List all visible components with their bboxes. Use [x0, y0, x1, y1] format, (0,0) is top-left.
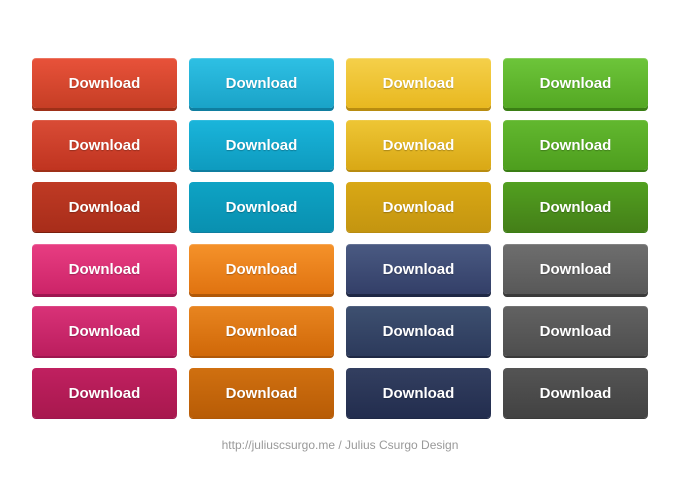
- download-button-red-2[interactable]: Download: [32, 120, 177, 170]
- footer-credit: http://juliuscsurgo.me / Julius Csurgo D…: [222, 438, 459, 452]
- download-button-green-3[interactable]: Download: [503, 182, 648, 232]
- download-button-red-1[interactable]: Download: [32, 58, 177, 108]
- download-button-pink-3[interactable]: Download: [32, 368, 177, 418]
- download-button-orange-1[interactable]: Download: [189, 244, 334, 294]
- download-button-navy-1[interactable]: Download: [346, 244, 491, 294]
- download-button-yellow-3[interactable]: Download: [346, 182, 491, 232]
- download-button-green-1[interactable]: Download: [503, 58, 648, 108]
- download-button-yellow-1[interactable]: Download: [346, 58, 491, 108]
- download-button-cyan-3[interactable]: Download: [189, 182, 334, 232]
- download-button-cyan-2[interactable]: Download: [189, 120, 334, 170]
- download-button-green-2[interactable]: Download: [503, 120, 648, 170]
- download-button-gray-1[interactable]: Download: [503, 244, 648, 294]
- button-grid: Download Download Download Download Down…: [32, 58, 648, 420]
- download-button-navy-3[interactable]: Download: [346, 368, 491, 418]
- download-button-yellow-2[interactable]: Download: [346, 120, 491, 170]
- download-button-gray-2[interactable]: Download: [503, 306, 648, 356]
- download-button-pink-1[interactable]: Download: [32, 244, 177, 294]
- download-button-cyan-1[interactable]: Download: [189, 58, 334, 108]
- download-button-gray-3[interactable]: Download: [503, 368, 648, 418]
- download-button-orange-2[interactable]: Download: [189, 306, 334, 356]
- download-button-orange-3[interactable]: Download: [189, 368, 334, 418]
- download-button-red-3[interactable]: Download: [32, 182, 177, 232]
- download-button-pink-2[interactable]: Download: [32, 306, 177, 356]
- download-button-navy-2[interactable]: Download: [346, 306, 491, 356]
- main-container: Download Download Download Download Down…: [0, 0, 680, 500]
